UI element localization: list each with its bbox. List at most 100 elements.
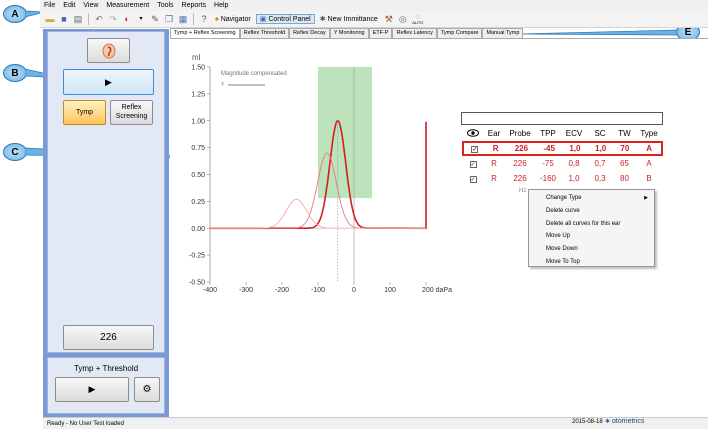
print-preview-icon[interactable]: ▦ [177,13,189,25]
callout-c: C [3,143,27,161]
row-type: B [646,174,652,183]
settings-button[interactable]: ⚙ [134,377,160,402]
header-type: Type [640,129,658,138]
tab-tymp-reflex-screening[interactable]: Tymp + Reflex Screening [170,28,240,38]
menu-file[interactable]: File [40,2,59,9]
row-probe: 226 [514,144,529,153]
probe-frequency-button[interactable]: 226 [63,325,154,350]
tab-y-monitoring[interactable]: Y Monitoring [329,28,369,38]
menu-measurement[interactable]: Measurement [102,2,153,9]
play-icon: ▶ [105,76,112,87]
ear-select-button[interactable] [87,38,130,63]
tab-reflex-decay[interactable]: Reflex Decay [289,28,330,38]
header-ecv: ECV [565,129,583,138]
ear-icon [102,43,115,58]
save-icon[interactable]: ■ [58,13,70,25]
play-icon: ▶ [88,384,96,394]
y-tick-label: 1.50 [191,65,205,72]
gear-icon: ⚙ [142,384,152,395]
control-panel-button[interactable]: ▣ Control Panel [255,14,315,24]
help-icon[interactable]: ? [198,13,210,25]
row-ear: R [492,144,499,153]
x-tick-label: -100 [311,287,325,294]
row-tw: 80 [620,174,629,183]
row-tpp: -160 [539,174,556,183]
copy-icon[interactable]: ❐ [163,13,175,25]
header-sc: SC [594,129,606,138]
tymp-button[interactable]: Tymp [63,100,106,125]
status-message: Ready - No User Test loaded [47,420,124,427]
chevron-down-icon[interactable]: ▾ [135,13,147,25]
table-row[interactable]: ✓ R 226 -160 1,0 0,3 80 B [462,171,663,186]
status-date: 2015-08-18 [572,419,603,425]
eye-icon[interactable] [462,128,484,139]
results-table: Ear Probe TPP ECV SC TW Type ✓ R 226 -45… [462,126,663,186]
menu-item-delete-all-curves[interactable]: Delete all curves for this ear [529,217,654,230]
menu-reports[interactable]: Reports [178,2,211,9]
row-type: A [646,144,653,153]
control-panel-icon: ▣ [259,16,267,23]
row-checkbox[interactable]: ✓ [469,161,477,168]
tympanogram-chart[interactable]: ml Magnitude compensated Y -0.50 -0.25 0.0… [170,40,460,300]
tymp-threshold-play-button[interactable]: ▶ [55,377,129,402]
tab-manual-tymp[interactable]: Manual Tymp [482,28,524,38]
tool-icon[interactable]: ⚒ [383,13,395,25]
row-checkbox[interactable]: ✓ [469,176,477,183]
menu-item-move-up[interactable]: Move Up [529,230,654,243]
print-icon[interactable]: ▤ [72,13,84,25]
menu-help[interactable]: Help [210,2,232,9]
brand-logo: ✱ otometrics [605,418,645,425]
pressure-range-highlight [318,67,372,199]
navigator-button[interactable]: ♠ Navigator [212,16,254,23]
table-filter-box[interactable] [461,112,663,125]
open-folder-icon[interactable]: ▬ [44,13,56,25]
row-checkbox[interactable]: ✓ [471,146,479,153]
y-tick-label: -0.50 [189,280,205,287]
row-type: A [646,159,652,168]
tab-reflex-latency[interactable]: Reflex Latency [392,28,437,38]
menu-view[interactable]: View [79,2,102,9]
ear-icon[interactable]: ◐ [121,13,133,25]
table-row[interactable]: ✓ R 226 -75 0,8 0,7 65 A [462,156,663,171]
menu-item-delete-curve[interactable]: Delete curve [529,205,654,218]
row-tpp: -75 [542,159,554,168]
undo-icon[interactable]: ↶ [93,13,105,25]
x-tick-label: 200 daPa [422,287,452,294]
menu-edit[interactable]: Edit [59,2,79,9]
new-immittance-icon: ✱ [319,16,326,23]
toolbar-separator [88,13,89,25]
play-button[interactable]: ▶ [63,69,154,95]
table-header: Ear Probe TPP ECV SC TW Type [462,126,663,141]
x-tick-label: 100 [384,287,396,294]
row-tw: 65 [620,159,629,168]
x-tick-label: -300 [239,287,253,294]
edit-icon[interactable]: ✎ [149,13,161,25]
tab-reflex-threshold[interactable]: Reflex Threshold [239,28,290,38]
header-probe: Probe [509,129,531,138]
table-row[interactable]: ✓ R 226 -45 1,0 1,0 70 A [462,141,663,156]
tab-etf-p[interactable]: ETF-P [368,28,393,38]
menu-item-move-down[interactable]: Move Down [529,243,654,256]
header-ear: Ear [487,129,501,138]
menu-item-move-to-top[interactable]: Move To Top [529,255,654,268]
new-immittance-button[interactable]: ✱ New Immittance [317,15,381,24]
menu-bar: File Edit View Measurement Tools Reports… [40,0,708,11]
y-tick-label: 0.50 [191,172,205,179]
chart-annotation: Magnitude compensated [221,71,287,77]
redo-icon[interactable]: ↷ [107,13,119,25]
navigator-icon: ♠ [215,15,219,23]
y-tick-label: 1.00 [191,118,205,125]
reflex-screening-button[interactable]: Reflex Screening [110,100,153,125]
row-probe: 226 [513,174,527,183]
menu-item-change-type[interactable]: Change Type ▶ [529,192,654,205]
tab-tymp-compare[interactable]: Tymp Compare [436,28,483,38]
menu-tools[interactable]: Tools [153,2,177,9]
row-ear: R [491,174,497,183]
y-tick-label: 0.25 [191,199,205,206]
row-sc: 0,7 [594,159,606,168]
y-tick-label: -0.25 [189,253,205,260]
auto-icon[interactable]: ◌ AUTO [411,13,425,25]
wifi-icon[interactable]: ◎ [397,13,409,25]
section-title: Tymp + Threshold [73,364,139,373]
callout-a: A [3,5,27,23]
